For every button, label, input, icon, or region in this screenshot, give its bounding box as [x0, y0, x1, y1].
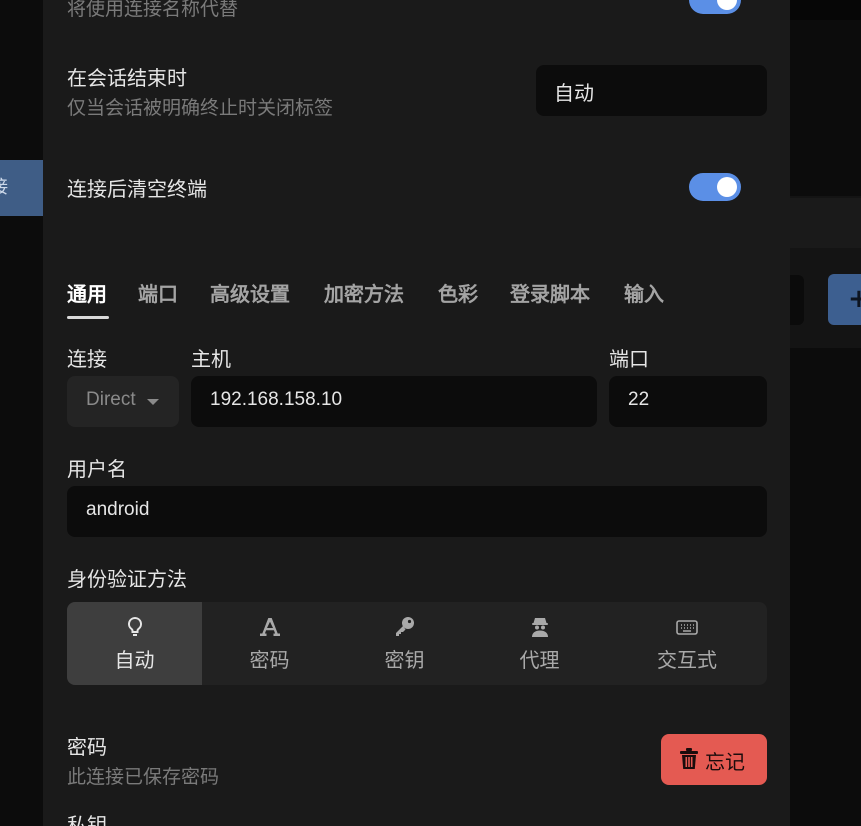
on-session-end-select[interactable]: 自动: [536, 65, 767, 116]
background-add-button: +: [828, 274, 861, 325]
host-input[interactable]: 192.168.158.10: [191, 376, 597, 427]
password-label: 密码: [67, 735, 107, 759]
tab-ports[interactable]: 端口: [138, 278, 178, 307]
port-input[interactable]: 22: [609, 376, 767, 427]
tab-advanced[interactable]: 高级设置: [210, 278, 290, 307]
connection-type-select[interactable]: Direct: [67, 376, 179, 427]
auth-password-button[interactable]: 密码: [202, 602, 337, 685]
connection-settings-modal: 将使用连接名称代替 在会话结束时 仅当会话被明确终止时关闭标签 自动 连接后清空…: [43, 0, 790, 826]
user-secret-icon: [531, 618, 548, 637]
name-toggle[interactable]: [689, 0, 741, 14]
background-sidebar-item: 接: [0, 160, 43, 216]
tab-login-scripts[interactable]: 登录脚本: [510, 278, 590, 307]
auth-password-label: 密码: [249, 648, 290, 672]
auth-method-label: 身份验证方法: [67, 567, 187, 591]
host-label: 主机: [191, 347, 231, 371]
on-session-end-desc: 仅当会话被明确终止时关闭标签: [67, 97, 334, 119]
clear-terminal-toggle[interactable]: [689, 173, 741, 201]
on-session-end-label: 在会话结束时: [67, 66, 187, 90]
chevron-down-icon: [147, 399, 159, 405]
tab-general[interactable]: 通用: [67, 278, 107, 307]
forget-label: 忘记: [705, 750, 745, 774]
trash-icon: [680, 748, 698, 769]
font-a-icon: [259, 618, 280, 636]
toggle-knob: [717, 177, 737, 197]
connection-type-value: Direct: [86, 389, 136, 410]
auth-key-button[interactable]: 密钥: [337, 602, 472, 685]
tab-input[interactable]: 输入: [624, 278, 664, 307]
clear-terminal-label: 连接后清空终端: [67, 177, 207, 201]
private-key-label: 私钥: [67, 813, 107, 826]
auth-auto-button[interactable]: 自动: [67, 602, 202, 685]
username-input[interactable]: android: [67, 486, 767, 537]
auth-key-label: 密钥: [384, 648, 425, 672]
background-strip: [790, 0, 861, 20]
port-label: 端口: [609, 347, 649, 371]
auth-method-group: 自动 密码 密钥 代理 交互式: [67, 602, 767, 685]
connection-label: 连接: [67, 347, 107, 371]
auth-agent-label: 代理: [519, 648, 560, 672]
active-tab-indicator: [67, 316, 109, 319]
background-band: [790, 198, 861, 248]
tab-colors[interactable]: 色彩: [438, 278, 478, 307]
auth-auto-label: 自动: [114, 648, 155, 672]
lightbulb-icon: [127, 616, 142, 636]
forget-password-button[interactable]: 忘记: [661, 734, 767, 785]
toggle-knob: [717, 0, 737, 10]
password-desc: 此连接已保存密码: [67, 766, 220, 788]
key-icon: [395, 617, 414, 636]
name-hint-text: 将使用连接名称代替: [67, 0, 239, 20]
tab-ciphers[interactable]: 加密方法: [324, 278, 404, 307]
auth-agent-button[interactable]: 代理: [472, 602, 607, 685]
username-label: 用户名: [67, 457, 127, 481]
auth-interactive-button[interactable]: 交互式: [607, 602, 767, 685]
auth-interactive-label: 交互式: [657, 648, 717, 672]
keyboard-icon: [676, 620, 698, 635]
